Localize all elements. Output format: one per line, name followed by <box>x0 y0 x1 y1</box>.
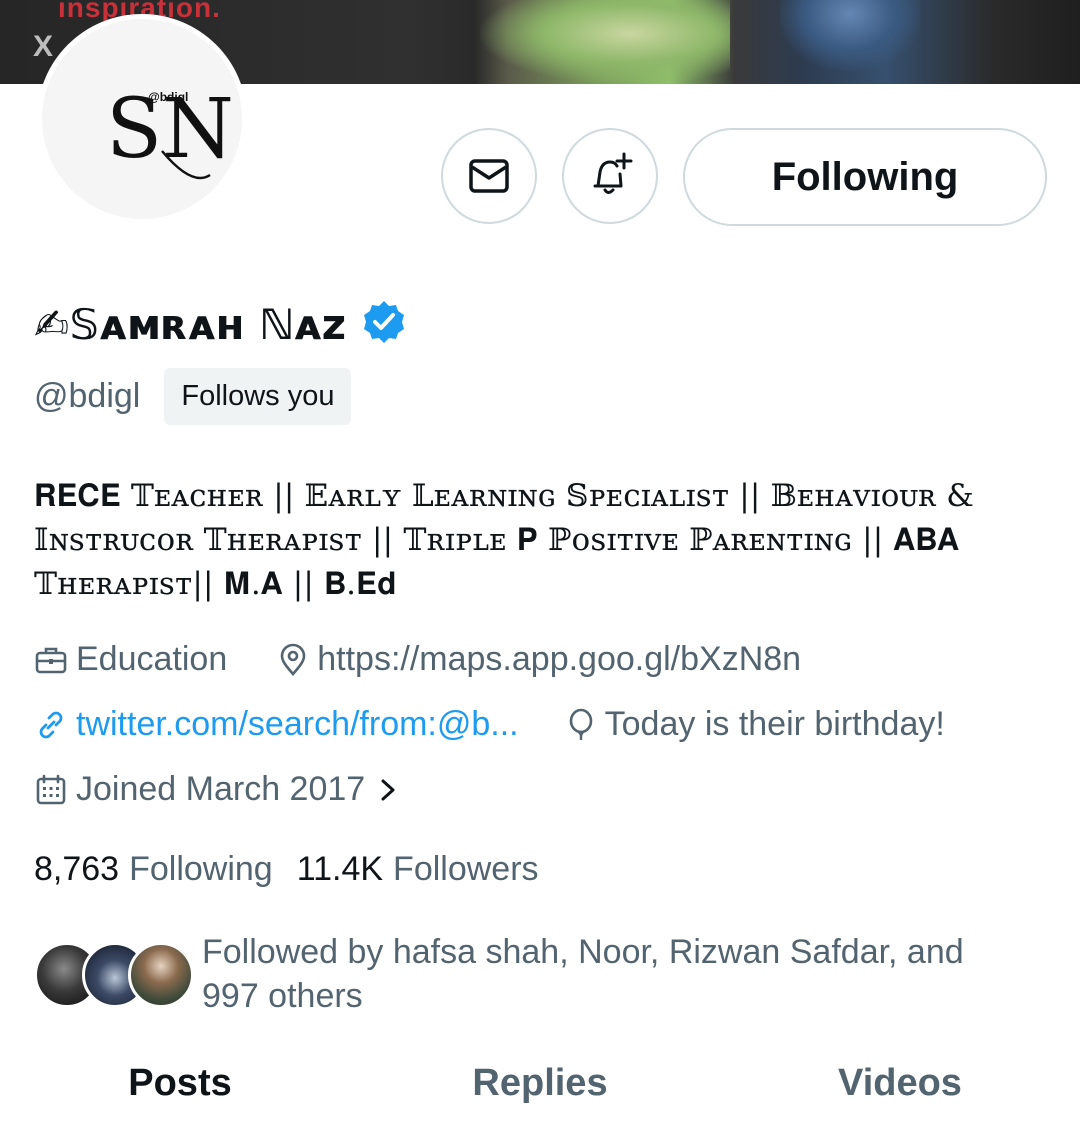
balloon-icon <box>569 708 592 740</box>
calendar-icon <box>36 774 66 804</box>
website-item[interactable]: twitter.com/search/from:@b... <box>34 705 519 744</box>
tab-videos[interactable]: Videos <box>720 1058 1080 1123</box>
joined-item[interactable]: Joined March 2017 <box>34 770 405 809</box>
category-item: Education <box>34 640 227 679</box>
profile-meta-row: Joined March 2017 <box>34 770 405 809</box>
banner-image-region <box>780 0 920 70</box>
followers-count: 11.4K <box>296 850 384 888</box>
link-icon <box>39 711 63 738</box>
handle-row: @bdigl Follows you <box>34 368 352 425</box>
message-button[interactable] <box>441 128 537 224</box>
joined-label: Joined March 2017 <box>76 770 366 808</box>
tab-replies[interactable]: Replies <box>360 1058 720 1123</box>
followed-by-text: Followed by hafsa shah, Noor, Rizwan Saf… <box>202 933 964 1015</box>
following-button[interactable]: Following <box>683 128 1047 226</box>
profile-bio: 𝐑𝐄𝐂𝐄 𝕋ᴇᴀᴄʜᴇʀ || 𝔼ᴀʀʟʏ 𝕃ᴇᴀʀɴɪɴɢ 𝕊ᴘᴇᴄɪᴀʟɪs… <box>34 478 975 602</box>
sn-monogram-icon: SN @bdigl <box>106 82 234 180</box>
followed-by-row[interactable]: Followed by hafsa shah, Noor, Rizwan Saf… <box>34 930 1022 1018</box>
location-pin-icon <box>280 643 306 676</box>
following-count: 8,763 <box>34 850 120 888</box>
follow-counts: 8,763 Following 11.4K Followers <box>34 850 539 889</box>
location-item: https://maps.app.goo.gl/bXzN8n <box>277 640 801 679</box>
profile-meta-row: Education https://maps.app.goo.gl/bXzN8n <box>34 640 801 679</box>
website-link[interactable]: twitter.com/search/from:@b... <box>76 705 519 744</box>
display-name: ✍𝕊ᴀᴍʀᴀʜ ℕᴀᴢ <box>34 299 347 349</box>
mutual-avatars <box>34 942 194 1008</box>
avatar <box>128 942 194 1008</box>
banner-image-region <box>480 0 730 84</box>
briefcase-icon <box>35 647 67 673</box>
profile-tabs: Posts Replies Videos <box>0 1058 1080 1123</box>
avatar-logo: SN @bdigl <box>42 19 242 219</box>
profile-avatar[interactable]: SN @bdigl <box>37 14 247 224</box>
profile-name-row: ✍𝕊ᴀᴍʀᴀʜ ℕᴀᴢ <box>34 296 408 352</box>
followers-count-link[interactable]: 11.4K Followers <box>297 850 539 889</box>
username-handle: @bdigl <box>34 377 141 415</box>
category-label: Education <box>76 640 228 678</box>
followers-count-label: Followers <box>393 850 539 888</box>
follows-you-badge: Follows you <box>164 368 352 425</box>
tab-posts[interactable]: Posts <box>0 1058 360 1123</box>
mail-icon <box>469 159 509 193</box>
notifications-button[interactable] <box>562 128 658 224</box>
verified-badge-icon[interactable] <box>360 298 408 351</box>
chevron-right-icon <box>381 779 395 800</box>
location-label: https://maps.app.goo.gl/bXzN8n <box>317 640 802 678</box>
bell-plus-icon <box>593 152 633 194</box>
following-count-label: Following <box>129 850 273 888</box>
profile-meta-row: twitter.com/search/from:@b... Today is t… <box>34 705 945 744</box>
birthday-item: Today is their birthday! <box>565 705 945 744</box>
svg-text:@bdigl: @bdigl <box>148 90 188 104</box>
following-count-link[interactable]: 8,763 Following <box>34 850 273 889</box>
birthday-label: Today is their birthday! <box>604 705 945 743</box>
